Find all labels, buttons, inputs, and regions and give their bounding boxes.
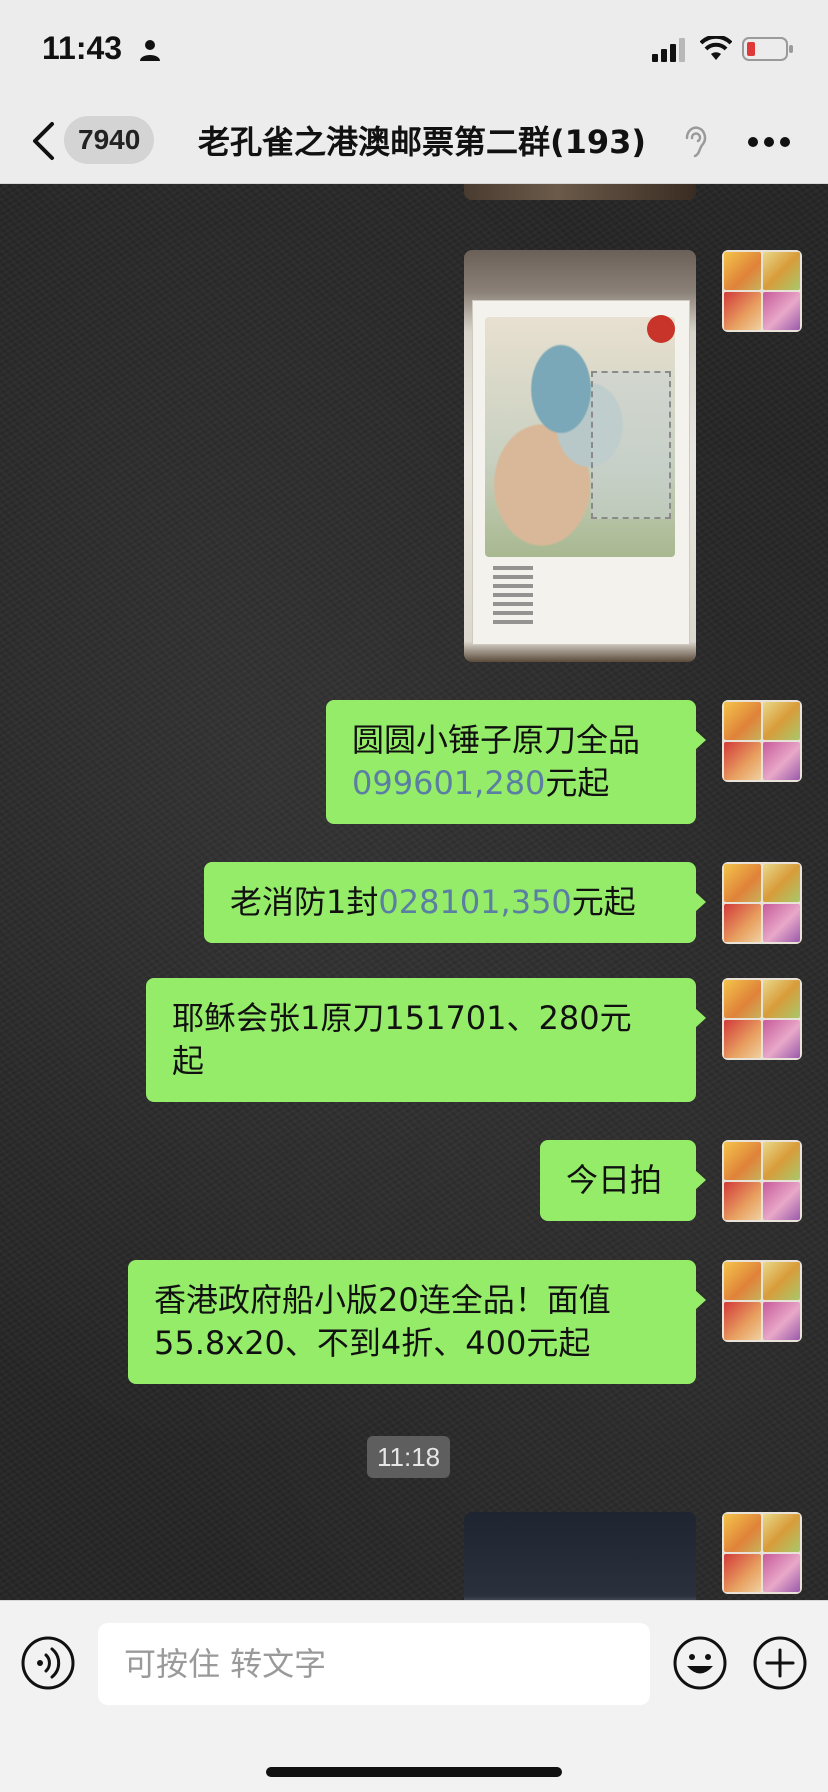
chat-input-bar [0, 1600, 828, 1792]
image-message-partial[interactable] [464, 184, 696, 200]
message-text: 香港政府船小版20连全品！面值 [154, 1281, 611, 1319]
chat-title[interactable]: 老孔雀之港澳邮票第二群(193) [198, 118, 682, 166]
back-icon[interactable] [30, 120, 56, 162]
message-text: 55.8x20、不到4折、400元起 [154, 1324, 591, 1362]
message-input[interactable] [98, 1623, 650, 1705]
person-icon [140, 40, 160, 61]
message-bubble[interactable]: 今日拍 [540, 1140, 706, 1221]
more-icon[interactable] [748, 136, 790, 148]
message-number-link[interactable]: 028101,350 [378, 883, 571, 921]
message-number-link[interactable]: 099601,280 [352, 764, 545, 802]
message-timestamp: 11:18 [367, 1436, 451, 1478]
avatar[interactable] [722, 1260, 802, 1342]
wifi-icon [700, 36, 732, 60]
message-bubble[interactable]: 香港政府船小版20连全品！面值 55.8x20、不到4折、400元起 [128, 1260, 706, 1384]
avatar[interactable] [722, 862, 802, 944]
message-bubble[interactable]: 老消防1封028101,350元起 [204, 862, 706, 943]
message-text: 老消防1封 [230, 883, 379, 921]
ear-icon [685, 126, 707, 158]
unread-count-badge[interactable]: 7940 [64, 116, 155, 164]
message-text: 今日拍 [566, 1161, 663, 1199]
stamp-sheet-image [472, 300, 690, 645]
home-indicator [266, 1767, 562, 1777]
chat-nav-bar: 7940 老孔雀之港澳邮票第二群(193) [0, 100, 828, 184]
message-text: 圆圆小锤子原刀全品 [352, 721, 641, 759]
message-text: 元起 [545, 764, 610, 802]
battery-icon [742, 37, 793, 61]
emoji-icon[interactable] [672, 1635, 728, 1691]
message-text: 耶稣会张1原刀151701、280元 [172, 999, 632, 1037]
chat-message-list[interactable]: 圆圆小锤子原刀全品 099601,280元起 老消防1封028101,350元起… [0, 184, 828, 1600]
image-message-partial[interactable] [464, 1512, 696, 1600]
signal-icon [652, 38, 685, 62]
image-message-stamp-sheet[interactable] [464, 250, 696, 662]
status-bar: 11:43 [0, 0, 828, 100]
avatar[interactable] [722, 1512, 802, 1594]
plus-icon[interactable] [752, 1635, 808, 1691]
avatar[interactable] [722, 250, 802, 332]
message-text: 元起 [571, 883, 636, 921]
message-text: 起 [172, 1042, 205, 1080]
message-bubble[interactable]: 耶稣会张1原刀151701、280元 起 [146, 978, 706, 1102]
message-bubble[interactable]: 圆圆小锤子原刀全品 099601,280元起 [326, 700, 706, 824]
avatar[interactable] [722, 1140, 802, 1222]
avatar[interactable] [722, 700, 802, 782]
status-time: 11:43 [42, 30, 123, 66]
voice-input-icon[interactable] [20, 1635, 76, 1691]
avatar[interactable] [722, 978, 802, 1060]
